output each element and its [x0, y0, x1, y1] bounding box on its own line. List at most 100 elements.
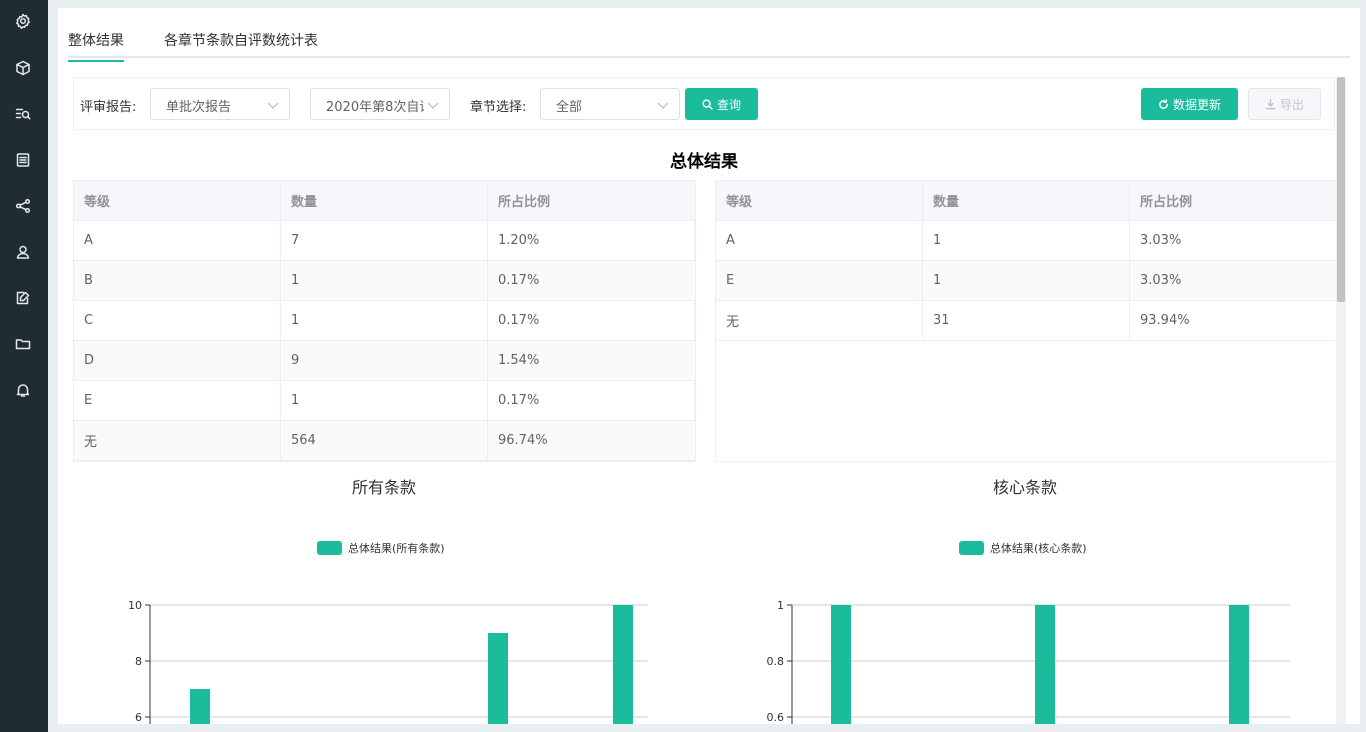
cell-ratio: 1.20% [487, 220, 696, 261]
cell-count: 7 [280, 220, 488, 261]
cell-level: B [73, 260, 281, 301]
bell-icon[interactable] [14, 381, 32, 399]
data-update-label: 数据更新 [1172, 97, 1221, 112]
legend-swatch [317, 541, 342, 555]
data-update-button[interactable]: 数据更新 [1141, 88, 1238, 120]
table-row: E 1 0.17% [73, 380, 696, 421]
cell-count: 1 [280, 300, 488, 341]
header-count: 数量 [922, 180, 1130, 221]
core-clauses-table: 等级 数量 所占比例 A 1 3.03% E 1 3.03% 无 31 93.94% [715, 180, 1337, 341]
cell-level: 无 [73, 420, 281, 461]
report-type-value: 单批次报告 [166, 100, 232, 115]
chapter-label: 章节选择: [470, 100, 527, 115]
table-row: C 1 0.17% [73, 300, 696, 341]
bar-chart-core-clauses: 1 0.8 0.6 [767, 599, 1290, 724]
export-label: 导出 [1279, 97, 1304, 112]
table-row: 无 564 96.74% [73, 420, 696, 461]
bar-无[interactable] [1229, 605, 1249, 724]
all-clauses-table: 等级 数量 所占比例 A 7 1.20% B 1 0.17% C 1 0.17% D 9 1.5… [73, 180, 696, 461]
tab-chapter-statistics[interactable]: 各章节条款自评数统计表 [164, 30, 318, 60]
header-count: 数量 [280, 180, 488, 221]
table-row: A 7 1.20% [73, 220, 696, 261]
edit-doc-icon[interactable] [14, 289, 32, 307]
left-table-container: 等级 数量 所占比例 A 7 1.20% B 1 0.17% C 1 0.17% D 9 1.5… [73, 180, 696, 462]
cell-level: D [73, 340, 281, 381]
bar-A[interactable] [831, 605, 851, 724]
cell-count: 564 [280, 420, 488, 461]
y-tick-label: 1 [777, 599, 784, 612]
bar-chart-all-clauses: 10 8 6 [128, 599, 648, 724]
chevron-down-icon [267, 99, 279, 109]
cell-count: 1 [280, 260, 488, 301]
cell-ratio: 1.54% [487, 340, 696, 381]
chapter-select[interactable]: 全部 [540, 88, 680, 120]
legend-swatch [959, 541, 984, 555]
sidebar [0, 0, 48, 732]
chevron-down-icon [427, 99, 439, 109]
cell-ratio: 0.17% [487, 300, 696, 341]
report-label: 评审报告: [80, 100, 137, 115]
cell-count: 9 [280, 340, 488, 381]
document-list-icon[interactable] [14, 151, 32, 169]
folder-icon[interactable] [14, 335, 32, 353]
content-area: 评审报告: 单批次报告 2020年第8次自评 章节选择: 全部 查询 数据更新 [73, 77, 1337, 724]
filter-toolbar: 评审报告: 单批次报告 2020年第8次自评 章节选择: 全部 查询 数据更新 [73, 77, 1335, 130]
y-tick-label: 0.6 [767, 711, 785, 724]
bar-E[interactable] [1035, 605, 1055, 724]
cell-ratio: 3.03% [1129, 260, 1337, 301]
cell-level: C [73, 300, 281, 341]
cell-level: A [73, 220, 281, 261]
section-title: 总体结果 [670, 152, 738, 172]
download-icon [1265, 98, 1276, 109]
bar-D[interactable] [488, 633, 508, 724]
search-button[interactable]: 查询 [685, 88, 758, 120]
user-icon[interactable] [14, 243, 32, 261]
cube-icon[interactable] [14, 59, 32, 77]
cell-level: A [715, 220, 923, 261]
cell-level: 无 [715, 300, 923, 341]
gear-icon[interactable] [14, 12, 32, 30]
legend-core-clauses[interactable]: 总体结果(核心条款) [959, 540, 1087, 556]
legend-label: 总体结果(所有条款) [348, 542, 445, 555]
header-level: 等级 [73, 180, 281, 221]
table-row: B 1 0.17% [73, 260, 696, 301]
refresh-icon [1159, 98, 1168, 109]
cell-ratio: 0.17% [487, 260, 696, 301]
cell-count: 31 [922, 300, 1130, 341]
export-button[interactable]: 导出 [1248, 88, 1321, 120]
cell-ratio: 96.74% [487, 420, 696, 461]
cell-level: E [73, 380, 281, 421]
table-row: E 1 3.03% [715, 260, 1337, 301]
report-type-select[interactable]: 单批次报告 [150, 88, 290, 120]
table-row: 无 31 93.94% [715, 300, 1337, 341]
header-level: 等级 [715, 180, 923, 221]
chapter-value: 全部 [556, 100, 583, 115]
share-icon[interactable] [14, 197, 32, 215]
report-batch-select[interactable]: 2020年第8次自评 [310, 88, 450, 120]
y-tick-label: 6 [135, 711, 142, 724]
cell-ratio: 93.94% [1129, 300, 1337, 341]
bar-无[interactable] [613, 605, 633, 724]
vertical-scrollbar[interactable] [1336, 77, 1346, 724]
table-header-row: 等级 数量 所占比例 [715, 180, 1337, 221]
right-table-container: 等级 数量 所占比例 A 1 3.03% E 1 3.03% 无 31 93.94% [715, 180, 1337, 462]
tab-overall-result[interactable]: 整体结果 [68, 30, 124, 62]
cell-count: 1 [922, 260, 1130, 301]
scrollbar-thumb[interactable] [1337, 77, 1345, 302]
cell-ratio: 3.03% [1129, 220, 1337, 261]
header-ratio: 所占比例 [1129, 180, 1337, 221]
report-batch-value: 2020年第8次自评 [326, 100, 424, 115]
table-row: A 1 3.03% [715, 220, 1337, 261]
cell-count: 1 [922, 220, 1130, 261]
table-header-row: 等级 数量 所占比例 [73, 180, 696, 221]
search-list-icon[interactable] [14, 105, 32, 123]
cell-count: 1 [280, 380, 488, 421]
y-tick-label: 10 [128, 599, 142, 612]
cell-level: E [715, 260, 923, 301]
legend-all-clauses[interactable]: 总体结果(所有条款) [317, 540, 445, 556]
search-button-label: 查询 [716, 97, 741, 112]
chart-title-all-clauses: 所有条款 [351, 478, 416, 497]
main-panel: 整体结果 各章节条款自评数统计表 评审报告: 单批次报告 2020年第8次自评 … [58, 8, 1360, 724]
search-icon [702, 98, 713, 110]
bar-A[interactable] [190, 689, 210, 724]
